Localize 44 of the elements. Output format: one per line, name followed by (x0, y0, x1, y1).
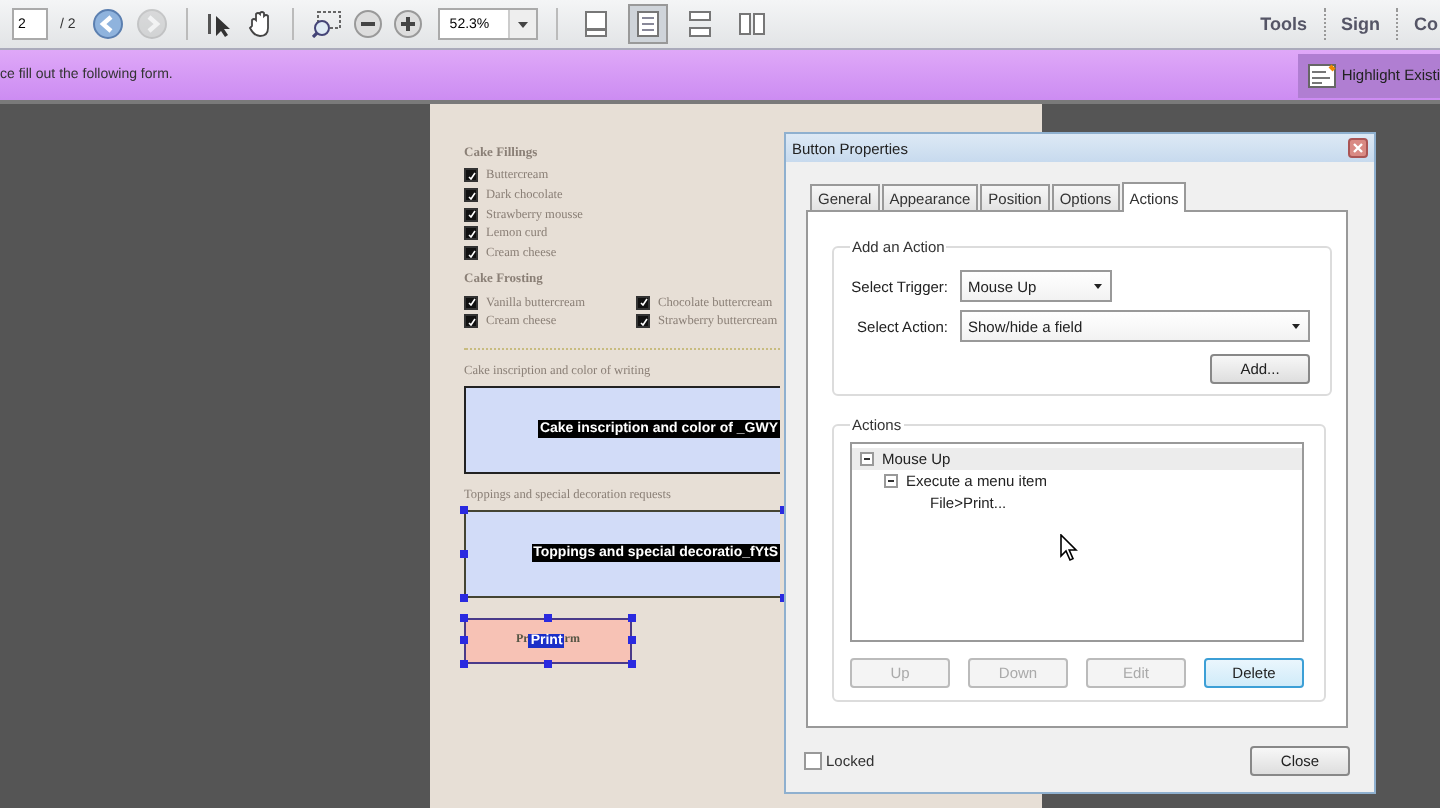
zoom-marquee-icon[interactable] (311, 10, 342, 38)
check-icon (467, 298, 475, 307)
checkbox[interactable] (464, 246, 478, 261)
resize-handle[interactable] (460, 549, 468, 558)
checkbox[interactable] (464, 207, 478, 222)
check-icon (639, 298, 647, 307)
check-icon (467, 229, 475, 238)
check-icon (467, 171, 475, 180)
checkbox[interactable] (464, 226, 478, 241)
check-icon (467, 210, 475, 219)
check-icon (467, 249, 475, 258)
check-icon (639, 317, 647, 326)
resize-handle[interactable] (460, 659, 468, 668)
fit-width-icon[interactable] (627, 4, 668, 44)
select-cursor-icon[interactable] (205, 10, 234, 38)
checkbox[interactable] (464, 168, 478, 183)
previous-page-icon[interactable] (91, 8, 124, 40)
resize-handle[interactable] (628, 636, 636, 645)
resize-handle[interactable] (628, 613, 636, 622)
resize-handle[interactable] (460, 613, 468, 622)
check-icon (467, 317, 475, 326)
close-icon[interactable] (1348, 138, 1368, 158)
checkbox[interactable] (464, 188, 478, 203)
form-fields-icon (1307, 63, 1336, 87)
resize-handle[interactable] (460, 636, 468, 645)
resize-handle[interactable] (460, 505, 468, 514)
zoom-in-icon[interactable] (393, 10, 422, 38)
collapse-icon[interactable] (884, 474, 898, 488)
resize-handle[interactable] (628, 659, 636, 668)
resize-handle[interactable] (544, 613, 552, 622)
hand-icon[interactable] (245, 10, 274, 38)
check-icon (467, 191, 475, 200)
toolbar-link[interactable]: Sign (1341, 14, 1380, 34)
mouse-pointer-icon (1060, 534, 1078, 562)
toolbar-link[interactable]: Co (1414, 14, 1438, 34)
checkbox[interactable] (464, 314, 478, 329)
checkbox[interactable] (636, 295, 650, 310)
toolbar-link[interactable]: Tools (1260, 14, 1307, 34)
resize-handle[interactable] (544, 659, 552, 668)
zoom-out-icon[interactable] (353, 10, 382, 38)
checkbox[interactable] (464, 295, 478, 310)
collapse-icon[interactable] (860, 452, 874, 466)
checkbox[interactable] (636, 314, 650, 329)
resize-handle[interactable] (460, 593, 468, 602)
